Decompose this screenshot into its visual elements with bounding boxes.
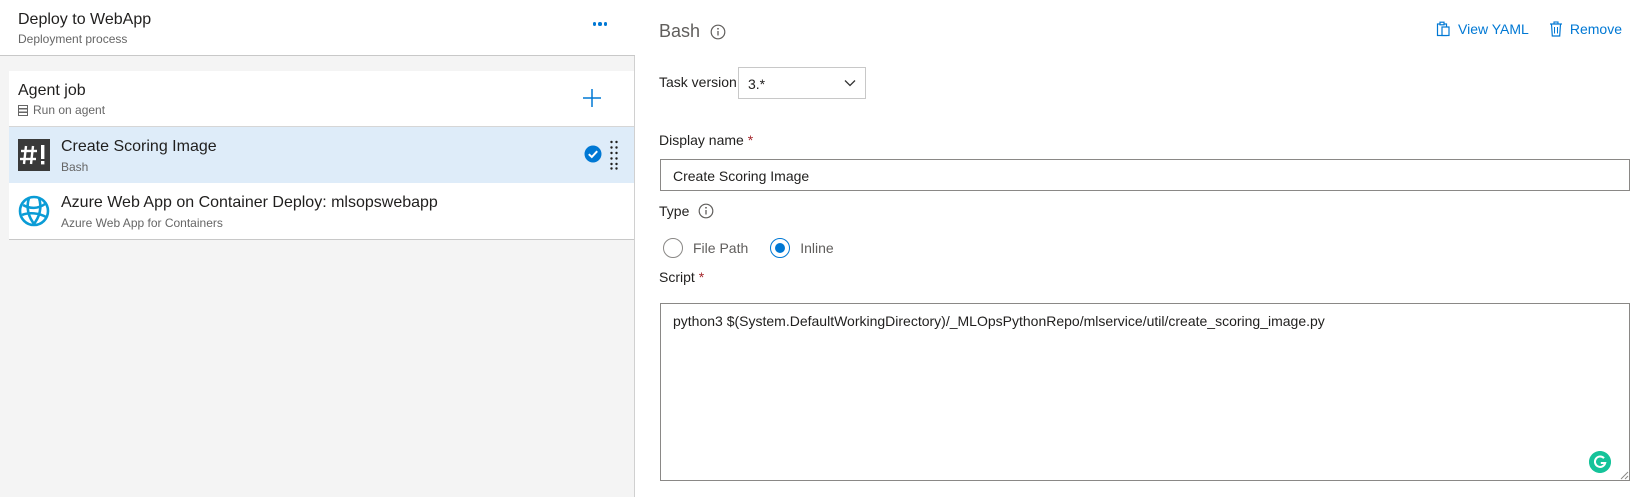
task-name: Bash: [659, 21, 701, 41]
script-textarea[interactable]: python3 $(System.DefaultWorkingDirectory…: [660, 303, 1630, 481]
radio-inline[interactable]: Inline: [770, 238, 834, 258]
process-subtitle: Deployment process: [18, 32, 128, 46]
radio-file-path[interactable]: File Path: [663, 238, 748, 258]
info-icon[interactable]: [710, 24, 726, 40]
task-details-panel: Bash View YAML Remove Task version 3.* D…: [636, 0, 1639, 497]
radio-label: File Path: [693, 240, 749, 256]
display-name-field[interactable]: Create Scoring Image: [660, 159, 1630, 191]
view-yaml-label: View YAML: [1458, 21, 1529, 37]
job-list: Agent job Run on agent Create Scoring Im…: [9, 71, 634, 240]
remove-button[interactable]: Remove: [1549, 21, 1622, 37]
azure-web-app-icon: [18, 195, 50, 227]
type-row: Type: [659, 203, 714, 219]
trash-icon: [1549, 21, 1562, 37]
radio-circle-selected[interactable]: [770, 238, 791, 258]
type-radio-group: File Path Inline: [663, 238, 834, 258]
task-subtitle: Bash: [61, 160, 89, 174]
grammarly-icon[interactable]: [1589, 451, 1611, 473]
script-label: Script *: [659, 269, 704, 285]
task-version-dropdown[interactable]: 3.*: [738, 67, 866, 99]
remove-label: Remove: [1569, 21, 1622, 37]
agent-job-title: Agent job: [18, 82, 86, 99]
task-subtitle: Azure Web App for Containers: [61, 216, 223, 230]
server-icon: [18, 104, 28, 116]
display-name-value: Create Scoring Image: [673, 168, 810, 184]
view-yaml-button[interactable]: View YAML: [1435, 21, 1529, 37]
agent-job-subtitle: Run on agent: [33, 103, 106, 117]
required-indicator: *: [747, 132, 754, 148]
display-name-label-text: Display name: [659, 132, 744, 148]
top-actions: View YAML Remove: [1435, 21, 1622, 37]
task-row-azure-web-app[interactable]: Azure Web App on Container Deploy: mlsop…: [9, 183, 634, 239]
drag-handle-icon[interactable]: [609, 140, 619, 170]
task-row-create-scoring-image[interactable]: Create Scoring Image Bash: [9, 127, 634, 183]
resize-handle-icon[interactable]: [1619, 470, 1629, 480]
plus-icon[interactable]: [579, 85, 605, 111]
task-title: Create Scoring Image: [61, 138, 217, 155]
task-version-value: 3.*: [748, 76, 766, 92]
info-icon[interactable]: [698, 203, 714, 219]
radio-circle[interactable]: [663, 238, 683, 258]
radio-label: Inline: [800, 240, 834, 256]
agent-job[interactable]: Agent job Run on agent: [9, 71, 634, 127]
display-name-label: Display name *: [659, 132, 753, 148]
bash-icon: [18, 139, 50, 171]
process-header: Deploy to WebApp Deployment process: [0, 0, 635, 56]
task-title: Azure Web App on Container Deploy: mlsop…: [61, 194, 438, 211]
type-label: Type: [659, 203, 690, 219]
task-version-label: Task version: [659, 74, 737, 90]
required-indicator: *: [698, 269, 705, 285]
agent-job-subtitle-row: Run on agent: [18, 103, 105, 117]
task-name-header: Bash: [659, 21, 726, 42]
clipboard-icon: [1436, 21, 1450, 37]
checkmark-icon[interactable]: [583, 144, 603, 164]
script-label-text: Script: [659, 269, 695, 285]
process-title: Deploy to WebApp: [18, 11, 152, 28]
deployment-process-panel: Deploy to WebApp Deployment process Agen…: [0, 0, 635, 497]
chevron-down-icon: [844, 80, 856, 87]
ellipsis-icon[interactable]: [588, 12, 612, 36]
